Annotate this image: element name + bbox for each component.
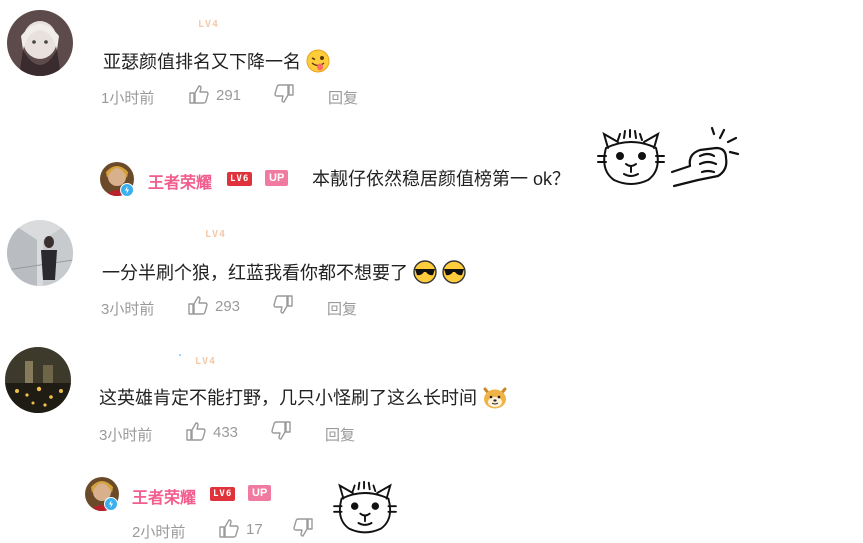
comment-text-content: 亚瑟颜值排名又下降一名 — [103, 52, 301, 72]
tongue-wink-emoji — [306, 49, 330, 78]
thumbs-down-icon[interactable] — [273, 84, 295, 109]
thumbs-up-icon[interactable] — [185, 421, 207, 446]
avatar[interactable] — [7, 220, 73, 286]
like-count: 433 — [213, 424, 239, 441]
reply-item: 王者荣耀 LV6 UP 本靓仔依然稳居颜值榜第一 ok？ — [0, 120, 863, 210]
separator-dot — [179, 354, 181, 356]
cat-face-sticker — [596, 126, 666, 195]
user-level-badge: LV6 — [210, 487, 236, 501]
avatar[interactable] — [7, 10, 73, 76]
thumbs-down-icon[interactable] — [272, 295, 294, 320]
thumbs-down-icon[interactable] — [292, 518, 314, 543]
comment-text: 一分半刷个狼，红蓝我看你都不想要了 — [102, 259, 466, 289]
user-level-badge: LV4 — [205, 229, 227, 240]
verified-icon — [120, 183, 134, 202]
comment-text: 这英雄肯定不能打野，几只小怪刷了这么长时间 — [99, 384, 508, 414]
like-count: 17 — [246, 521, 263, 538]
comment-item: LV4 这英雄肯定不能打野，几只小怪刷了这么长时间 3小时前 433 回复 — [0, 336, 863, 456]
reply-text: 本靓仔依然稳居颜值榜第一 ok？ — [312, 169, 571, 189]
username[interactable]: 王者荣耀 — [148, 169, 212, 193]
user-level-badge: LV4 — [198, 19, 220, 30]
doge-sunglasses-emoji — [442, 260, 466, 289]
reply-button[interactable]: 回复 — [325, 424, 355, 445]
thumbs-up-icon[interactable] — [188, 84, 210, 109]
thumbs-up-icon[interactable] — [218, 518, 240, 543]
user-level-badge: LV6 — [227, 172, 253, 186]
comment-item: LV4 亚瑟颜值排名又下降一名 1小时前 291 回复 — [0, 0, 863, 120]
comment-time: 1小时前 — [101, 90, 155, 107]
comment-text-content: 这英雄肯定不能打野，几只小怪刷了这么长时间 — [99, 388, 477, 408]
cat-face-sticker — [332, 478, 398, 543]
like-count: 291 — [216, 87, 242, 104]
comment-time: 2小时前 — [132, 524, 186, 541]
fist-bump-sticker — [670, 126, 740, 195]
username[interactable]: 王者荣耀 — [132, 484, 196, 508]
thumbs-down-icon[interactable] — [270, 421, 292, 446]
comment-text-content: 一分半刷个狼，红蓝我看你都不想要了 — [102, 263, 408, 283]
comment-text: 亚瑟颜值排名又下降一名 — [103, 48, 330, 78]
like-count: 293 — [215, 298, 241, 315]
shiba-dog-emoji — [482, 385, 508, 414]
thumbs-up-icon[interactable] — [187, 295, 209, 320]
reply-button[interactable]: 回复 — [328, 87, 358, 108]
avatar[interactable] — [5, 347, 71, 413]
up-badge: UP — [248, 485, 272, 501]
up-badge: UP — [265, 170, 289, 186]
reply-button[interactable]: 回复 — [327, 298, 357, 319]
doge-sunglasses-emoji — [413, 260, 437, 289]
comment-time: 3小时前 — [99, 427, 153, 444]
comment-time: 3小时前 — [101, 301, 155, 318]
user-level-badge: LV4 — [195, 356, 217, 367]
reply-item: 王者荣耀 LV6 UP 2小时前 17 — [0, 460, 863, 542]
verified-icon — [104, 497, 118, 516]
comment-item: LV4 一分半刷个狼，红蓝我看你都不想要了 3小时前 293 回复 — [0, 210, 863, 330]
